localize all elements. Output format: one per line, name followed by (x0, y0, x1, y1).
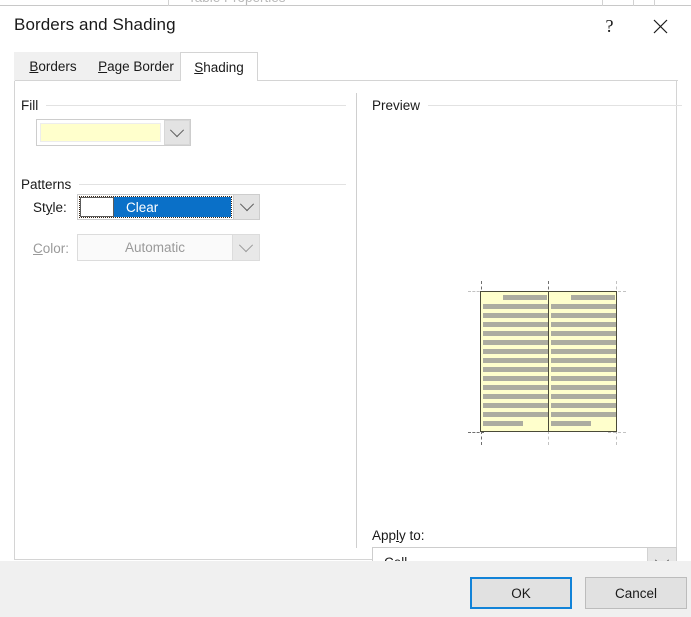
pattern-style-value: Clear (126, 199, 159, 215)
panel-top-edge-right (258, 80, 678, 81)
pattern-style-combobox[interactable]: Clear (77, 194, 260, 220)
tab-page-border-label: Page Border (98, 59, 174, 74)
preview-text-line (551, 385, 616, 390)
fill-color-swatch (40, 123, 161, 142)
shading-tab-panel: Fill Patterns Style: Clear Color: Automa… (14, 80, 682, 578)
style-label: Style: (33, 200, 67, 215)
pattern-style-swatch (80, 197, 114, 217)
tab-borders-label: Borders (29, 59, 77, 74)
preview-text-line (571, 295, 615, 300)
preview-text-line (551, 358, 616, 363)
preview-text-line (551, 313, 616, 318)
preview-text-line (503, 295, 547, 300)
preview-text-line (483, 394, 548, 399)
preview-text-line (551, 331, 616, 336)
preview-text-line (483, 358, 548, 363)
pattern-style-body: Clear (78, 195, 233, 219)
tabstrip: Borders Page Border Shading (14, 52, 677, 81)
tab-page-border[interactable]: Page Border (92, 52, 180, 81)
guide-vertical-right-bottom (616, 431, 617, 445)
chevron-down-icon (238, 237, 254, 252)
preview-table-column-right (549, 292, 616, 431)
panel-top-edge-left (15, 80, 181, 81)
help-button[interactable]: ? (587, 6, 632, 46)
preview-text-line (483, 313, 548, 318)
preview-area[interactable] (372, 121, 682, 461)
preview-text-line (483, 421, 523, 426)
preview-table-column-left (481, 292, 549, 431)
guide-vertical-middle-bottom (548, 431, 549, 445)
question-mark-icon: ? (605, 16, 614, 36)
patterns-group-header: Patterns (21, 177, 346, 192)
fill-group-header: Fill (21, 98, 346, 113)
dialog-titlebar: Borders and Shading ? (0, 6, 691, 46)
preview-text-line (551, 394, 616, 399)
close-icon (653, 19, 668, 33)
tab-shading-label: Shading (194, 59, 244, 75)
preview-text-line (551, 349, 616, 354)
preview-group-label: Preview (372, 98, 421, 113)
panel-vertical-divider (356, 93, 357, 548)
preview-group-rule (428, 105, 682, 106)
preview-table-wrapper (468, 281, 626, 445)
preview-text-line (483, 403, 548, 408)
preview-text-line (551, 340, 616, 345)
ok-button[interactable]: OK (470, 577, 572, 609)
fill-group-label: Fill (21, 98, 39, 113)
preview-text-line (483, 331, 548, 336)
chevron-down-icon (239, 197, 254, 212)
tab-shading[interactable]: Shading (180, 52, 258, 81)
preview-text-line (483, 376, 548, 381)
pattern-color-combobox[interactable]: Automatic (77, 234, 260, 261)
guide-horizontal-bottom-right (608, 432, 626, 433)
fill-dropdown-arrow[interactable] (164, 120, 190, 145)
fill-color-swatch-container (40, 123, 161, 142)
preview-text-line (551, 322, 616, 327)
pattern-color-dropdown-arrow[interactable] (232, 235, 259, 260)
cancel-button[interactable]: Cancel (585, 577, 687, 609)
preview-text-line (483, 385, 548, 390)
pattern-color-body: Automatic (78, 235, 232, 260)
chevron-down-icon (169, 122, 185, 137)
preview-text-line (483, 367, 548, 372)
preview-text-line (551, 367, 616, 372)
preview-table[interactable] (480, 291, 617, 432)
guide-vertical-left-bottom (481, 431, 482, 445)
fill-group-rule (46, 105, 346, 106)
preview-text-line (551, 376, 616, 381)
pattern-style-dropdown-arrow[interactable] (233, 195, 259, 219)
dialog-title: Borders and Shading (14, 15, 176, 34)
preview-group-header: Preview (372, 98, 682, 113)
guide-horizontal-bottom-left (468, 432, 484, 433)
preview-text-line (551, 412, 616, 417)
preview-text-line (483, 322, 548, 327)
preview-text-line (483, 412, 548, 417)
fill-color-combobox[interactable] (36, 119, 191, 146)
dialog-footer: OK Cancel (0, 561, 691, 617)
pattern-color-label: Color: (33, 241, 70, 256)
ok-button-label: OK (511, 585, 531, 601)
pattern-color-value: Automatic (124, 240, 186, 255)
preview-text-line (483, 304, 548, 309)
preview-text-line (483, 340, 548, 345)
tab-borders[interactable]: Borders (14, 52, 92, 81)
cancel-button-label: Cancel (614, 585, 658, 601)
borders-and-shading-dialog: Borders and Shading ? Borders Page Borde… (0, 6, 691, 617)
preview-text-line (551, 403, 616, 408)
pattern-style-selected-item[interactable]: Clear (79, 196, 232, 218)
preview-text-line (551, 421, 591, 426)
patterns-group-label: Patterns (21, 177, 72, 192)
close-button[interactable] (638, 6, 683, 46)
patterns-group-rule (79, 184, 346, 185)
preview-text-line (483, 349, 548, 354)
apply-to-label: Apply to: (372, 528, 425, 543)
preview-text-line (551, 304, 616, 309)
